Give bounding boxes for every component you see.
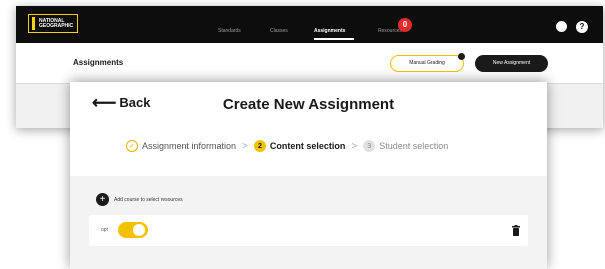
page-title: Assignments <box>73 58 124 67</box>
new-assignment-button[interactable]: New Assignment <box>475 55 548 72</box>
toggle-label: opt <box>101 227 108 233</box>
step-label: Assignment information <box>142 141 237 151</box>
logo-text: NATIONAL GEOGRAPHIC <box>39 17 74 29</box>
bell-icon[interactable]: 0 <box>398 18 412 32</box>
add-course-label: Add course to select resources <box>114 196 183 203</box>
top-navigation-bar: NATIONAL GEOGRAPHIC Standards Classes As… <box>16 6 603 43</box>
step-number: 3 <box>363 140 376 152</box>
plus-icon[interactable]: + <box>96 193 109 206</box>
nav-item-assignments[interactable]: Assignments <box>314 28 345 34</box>
toggle-knob <box>133 224 145 236</box>
manual-grading-badge <box>458 53 465 60</box>
help-icon[interactable]: ? <box>576 21 588 33</box>
nav-item-classes[interactable]: Classes <box>270 28 288 34</box>
create-assignment-modal: ⟵ Back Create New Assignment ✓ Assignmen… <box>70 82 547 269</box>
course-row: opt <box>89 215 528 246</box>
content-selection-area: + Add course to select resources opt <box>70 176 547 269</box>
step-number: 2 <box>253 140 266 152</box>
step-content-selection[interactable]: 2 Content selection <box>253 140 346 152</box>
add-course-row[interactable]: + Add course to select resources <box>96 193 183 206</box>
step-progress: ✓ Assignment information > 2 Content sel… <box>126 140 448 152</box>
logo-icon[interactable]: NATIONAL GEOGRAPHIC <box>28 14 78 33</box>
nav-item-standards[interactable]: Standards <box>218 28 241 34</box>
check-icon: ✓ <box>126 140 138 152</box>
step-label: Content selection <box>269 141 346 151</box>
modal-title: Create New Assignment <box>222 96 395 113</box>
logo-frame-bar <box>32 17 35 30</box>
course-toggle[interactable] <box>118 222 148 238</box>
trash-icon[interactable] <box>512 225 520 236</box>
step-separator: > <box>242 140 248 152</box>
step-assignment-information[interactable]: ✓ Assignment information <box>126 140 236 152</box>
step-separator: > <box>351 140 358 152</box>
user-icon[interactable] <box>556 21 567 32</box>
manual-grading-button[interactable]: Manual Grading <box>390 55 464 72</box>
step-label: Student selection <box>379 141 449 151</box>
step-student-selection[interactable]: 3 Student selection <box>363 140 448 152</box>
page-header: Assignments Manual Grading New Assignmen… <box>16 43 603 84</box>
nav-active-indicator <box>314 38 354 40</box>
